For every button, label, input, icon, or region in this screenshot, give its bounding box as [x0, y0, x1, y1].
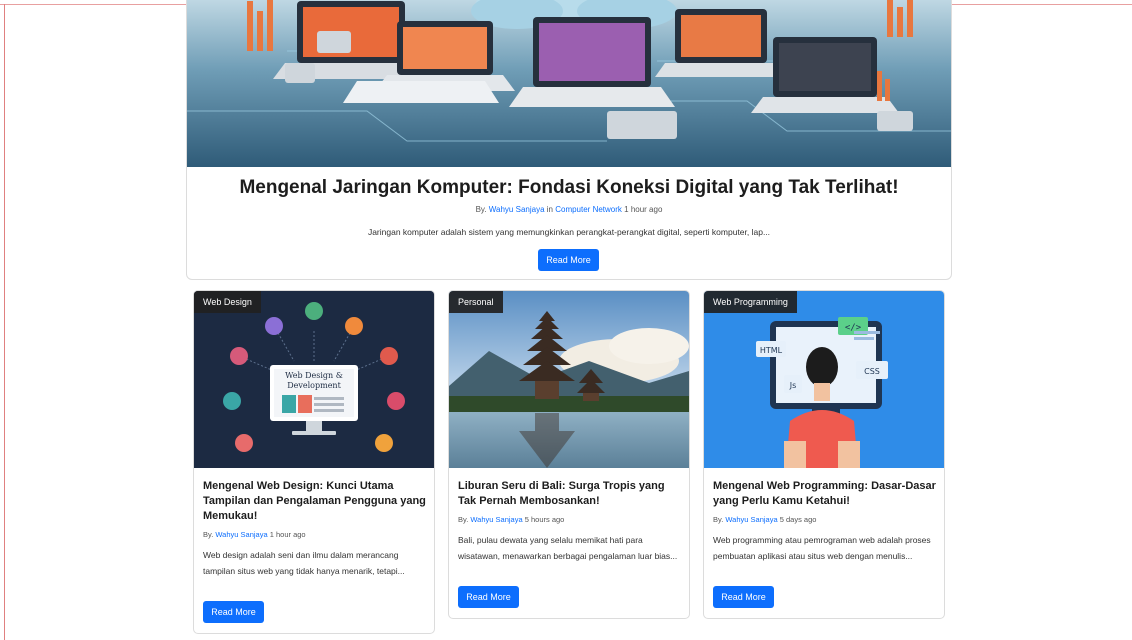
category-link[interactable]: Computer Network — [555, 205, 622, 214]
read-more-button[interactable]: Read More — [203, 601, 264, 623]
author-link[interactable]: Wahyu Sanjaya — [489, 205, 545, 214]
featured-post-image[interactable] — [187, 0, 951, 167]
meta-by-label: By. — [203, 530, 214, 539]
post-meta: By. Wahyu Sanjaya 5 days ago — [713, 515, 816, 524]
featured-read-more-button[interactable]: Read More — [538, 249, 599, 271]
post-excerpt: Web programming atau pemrograman web ada… — [713, 535, 931, 561]
image-text-line-2: Development — [287, 381, 341, 390]
post-image-web-programming[interactable]: </> HTML CSS Js Web Programming — [704, 291, 944, 468]
post-meta: By. Wahyu Sanjaya 1 hour ago — [203, 530, 306, 539]
featured-post-card: Mengenal Jaringan Komputer: Fondasi Kone… — [186, 0, 952, 280]
post-card-web-design: Web Design & Development Web Design Meng… — [193, 290, 435, 634]
author-link[interactable]: Wahyu Sanjaya — [470, 515, 522, 524]
category-badge[interactable]: Personal — [449, 291, 503, 313]
js-label: Js — [789, 381, 797, 390]
read-more-button[interactable]: Read More — [713, 586, 774, 608]
post-image-bali[interactable]: Personal — [449, 291, 689, 468]
post-meta: By. Wahyu Sanjaya 5 hours ago — [458, 515, 564, 524]
post-card-web-programming: </> HTML CSS Js Web Programming Mengenal… — [703, 290, 945, 619]
category-badge[interactable]: Web Programming — [704, 291, 797, 313]
post-title[interactable]: Liburan Seru di Bali: Surga Tropis yang … — [458, 479, 683, 509]
post-time: 1 hour ago — [269, 530, 306, 539]
read-more-button[interactable]: Read More — [458, 586, 519, 608]
featured-post-excerpt: Jaringan komputer adalah sistem yang mem… — [367, 227, 771, 237]
post-card-personal: Personal Liburan Seru di Bali: Surga Tro… — [448, 290, 690, 619]
window-left-border — [4, 4, 5, 640]
meta-by-label: By. — [713, 515, 724, 524]
post-time: 5 days ago — [779, 515, 817, 524]
post-time: 1 hour ago — [624, 205, 663, 214]
post-excerpt: Web design adalah seni dan ilmu dalam me… — [203, 550, 405, 576]
meta-in-label: in — [546, 205, 553, 214]
category-badge[interactable]: Web Design — [194, 291, 261, 313]
featured-post-title[interactable]: Mengenal Jaringan Komputer: Fondasi Kone… — [187, 177, 951, 199]
meta-by-label: By. — [475, 205, 487, 214]
author-link[interactable]: Wahyu Sanjaya — [215, 530, 267, 539]
author-link[interactable]: Wahyu Sanjaya — [725, 515, 777, 524]
css-label: CSS — [864, 367, 880, 376]
post-time: 5 hours ago — [524, 515, 565, 524]
html-label: HTML — [760, 346, 783, 355]
post-title[interactable]: Mengenal Web Programming: Dasar-Dasar ya… — [713, 479, 938, 509]
featured-post-meta: By. Wahyu Sanjaya in Computer Network 1 … — [187, 205, 951, 214]
post-title[interactable]: Mengenal Web Design: Kunci Utama Tampila… — [203, 479, 428, 524]
meta-by-label: By. — [458, 515, 469, 524]
image-text-line-1: Web Design & — [285, 371, 343, 380]
post-excerpt: Bali, pulau dewata yang selalu memikat h… — [458, 535, 678, 561]
post-image-web-design[interactable]: Web Design & Development Web Design — [194, 291, 434, 468]
